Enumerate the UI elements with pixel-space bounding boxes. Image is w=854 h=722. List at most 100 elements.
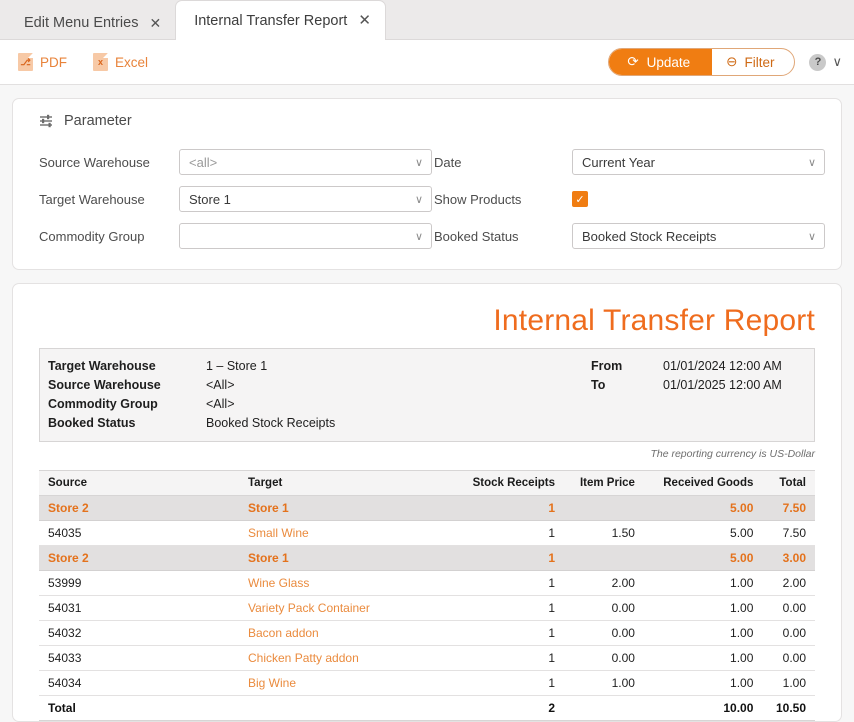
table-row: 54033 Chicken Patty addon 1 0.00 1.00 0.00 — [39, 645, 815, 671]
table-row: Store 2 Store 1 1 5.00 3.00 — [39, 545, 815, 571]
col-target: Target — [239, 470, 454, 496]
col-total: Total — [762, 470, 815, 496]
col-received-goods: Received Goods — [643, 470, 763, 496]
cell-source: 54034 — [39, 670, 239, 696]
table-row: 54035 Small Wine 1 1.50 5.00 7.50 — [39, 520, 815, 546]
cell-received-goods: 1.00 — [643, 570, 763, 596]
chevron-down-icon: ∨ — [414, 193, 423, 206]
chevron-down-icon: ∨ — [414, 230, 423, 243]
close-icon[interactable]: ✕ — [149, 16, 161, 30]
filter-button[interactable]: ⊖ Filter — [712, 49, 794, 75]
cell-total: 10.50 — [762, 695, 815, 721]
booked-status-label: Booked Status — [434, 228, 519, 244]
cell-target: Big Wine — [239, 670, 454, 696]
show-products-checkbox[interactable]: ✓ — [572, 191, 588, 207]
cell-target: Chicken Patty addon — [239, 645, 454, 671]
cell-target: Store 1 — [239, 545, 454, 571]
tab-bar: Edit Menu Entries ✕ Internal Transfer Re… — [0, 0, 854, 40]
date-label: Date — [434, 154, 462, 170]
tab-edit-menu-entries[interactable]: Edit Menu Entries ✕ — [8, 6, 175, 40]
parameter-title: Parameter — [64, 113, 132, 129]
col-stock-receipts: Stock Receipts — [454, 470, 565, 496]
meta-booked-status-label: Booked Status — [48, 415, 136, 430]
cell-total: 0.00 — [762, 645, 815, 671]
meta-from-label: From — [591, 358, 623, 373]
source-warehouse-label: Source Warehouse — [39, 154, 150, 170]
cell-source: 53999 — [39, 570, 239, 596]
meta-spacer — [591, 394, 663, 413]
cell-target: Bacon addon — [239, 620, 454, 646]
tab-label: Edit Menu Entries — [24, 15, 139, 31]
table-row: 53999 Wine Glass 1 2.00 1.00 2.00 — [39, 570, 815, 596]
meta-source-warehouse-value: <All> — [206, 377, 235, 392]
cell-source: 54032 — [39, 620, 239, 646]
cell-source: 54033 — [39, 645, 239, 671]
source-warehouse-value: <all> — [189, 154, 218, 170]
source-warehouse-select[interactable]: <all> ∨ — [179, 149, 432, 175]
toolbar-action-group: ⟳ Update ⊖ Filter — [608, 48, 796, 76]
help-icon: ? — [809, 53, 827, 71]
cell-received-goods: 5.00 — [643, 495, 763, 521]
export-pdf-button[interactable]: ⎇ PDF — [18, 53, 67, 71]
cell-stock-receipts: 1 — [454, 620, 565, 646]
table-header-row: Source Target Stock Receipts Item Price … — [39, 470, 815, 496]
cell-stock-receipts: 1 — [454, 545, 565, 571]
update-button[interactable]: ⟳ Update — [609, 49, 713, 75]
cell-target: Store 1 — [239, 495, 454, 521]
tab-internal-transfer-report[interactable]: Internal Transfer Report ✕ — [175, 0, 386, 40]
parameter-grid: Source Warehouse <all> ∨ Date Current Ye… — [13, 149, 841, 249]
excel-file-icon: x — [93, 53, 108, 71]
meta-target-warehouse-value: 1 – Store 1 — [206, 358, 268, 373]
table-row: 54031 Variety Pack Container 1 0.00 1.00 0.00 — [39, 595, 815, 621]
cell-received-goods: 10.00 — [643, 695, 763, 721]
help-menu[interactable]: ? ∨ — [809, 53, 842, 71]
cell-item-price — [564, 695, 644, 721]
chevron-down-icon: ∨ — [807, 230, 816, 243]
table-row: Store 2 Store 1 1 5.00 7.50 — [39, 495, 815, 521]
cell-item-price: 0.00 — [564, 645, 644, 671]
tab-label: Internal Transfer Report — [194, 12, 348, 29]
cell-stock-receipts: 1 — [454, 670, 565, 696]
cell-total: 1.00 — [762, 670, 815, 696]
update-label: Update — [646, 54, 691, 70]
cell-total: 0.00 — [762, 620, 815, 646]
cell-item-price: 2.00 — [564, 570, 644, 596]
commodity-group-select[interactable]: ∨ — [179, 223, 432, 249]
table-row: 54032 Bacon addon 1 0.00 1.00 0.00 — [39, 620, 815, 646]
table-body: Store 2 Store 1 1 5.00 7.50 54035 Small Wine 1 1… — [39, 495, 815, 721]
date-select[interactable]: Current Year ∨ — [572, 149, 825, 175]
chevron-down-icon: ∨ — [832, 54, 842, 69]
cell-source: Store 2 — [39, 495, 239, 521]
meta-to-value: 01/01/2025 12:00 AM — [663, 377, 782, 392]
cell-item-price: 0.00 — [564, 595, 644, 621]
cell-source: 54035 — [39, 520, 239, 546]
cell-received-goods: 5.00 — [643, 545, 763, 571]
export-excel-button[interactable]: x Excel — [93, 53, 148, 71]
meta-spacer — [663, 394, 814, 413]
meta-source-warehouse-label: Source Warehouse — [48, 377, 161, 392]
cell-stock-receipts: 1 — [454, 520, 565, 546]
booked-status-value: Booked Stock Receipts — [582, 228, 717, 244]
meta-to-label: To — [591, 377, 606, 392]
target-warehouse-select[interactable]: Store 1 ∨ — [179, 186, 432, 212]
col-item-price: Item Price — [564, 470, 644, 496]
cell-source: Store 2 — [39, 545, 239, 571]
commodity-group-label: Commodity Group — [39, 228, 145, 244]
report-meta-table: Target Warehouse 1 – Store 1 From 01/01/… — [39, 348, 815, 442]
cell-item-price: 1.00 — [564, 670, 644, 696]
sliders-icon — [40, 114, 52, 128]
cell-source: Total — [39, 695, 239, 721]
cell-total: 7.50 — [762, 520, 815, 546]
meta-spacer — [591, 413, 663, 432]
cell-received-goods: 1.00 — [643, 645, 763, 671]
close-icon[interactable]: ✕ — [358, 13, 371, 28]
transfer-table: Source Target Stock Receipts Item Price … — [39, 470, 815, 721]
pdf-file-icon: ⎇ — [18, 53, 33, 71]
cell-stock-receipts: 1 — [454, 570, 565, 596]
meta-from-value: 01/01/2024 12:00 AM — [663, 358, 782, 373]
chevron-down-icon: ∨ — [414, 156, 423, 169]
cell-received-goods: 1.00 — [643, 595, 763, 621]
booked-status-select[interactable]: Booked Stock Receipts ∨ — [572, 223, 825, 249]
export-pdf-label: PDF — [40, 54, 67, 70]
meta-booked-status-value: Booked Stock Receipts — [206, 415, 336, 430]
